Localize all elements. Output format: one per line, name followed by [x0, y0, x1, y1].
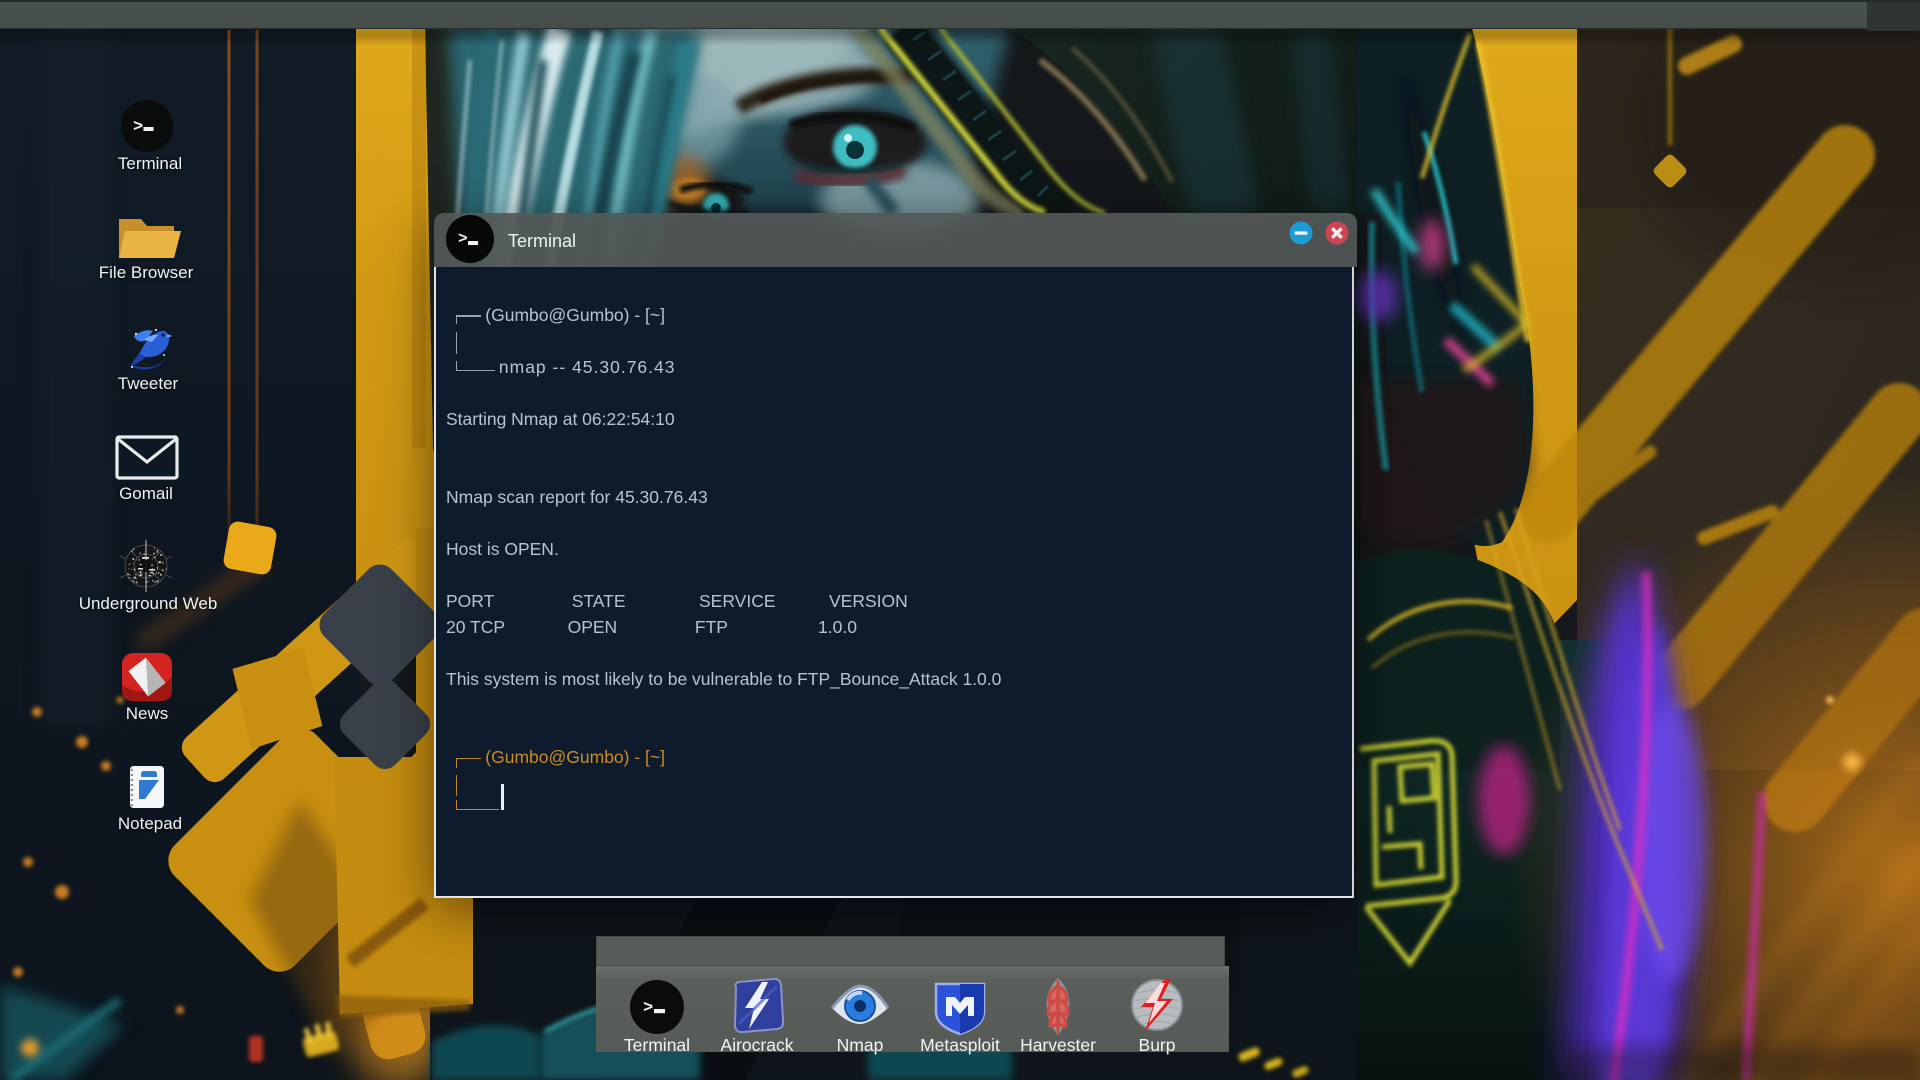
svg-text:>: >	[133, 118, 143, 137]
svg-text:>: >	[458, 230, 468, 248]
svg-text:>: >	[643, 999, 653, 1018]
